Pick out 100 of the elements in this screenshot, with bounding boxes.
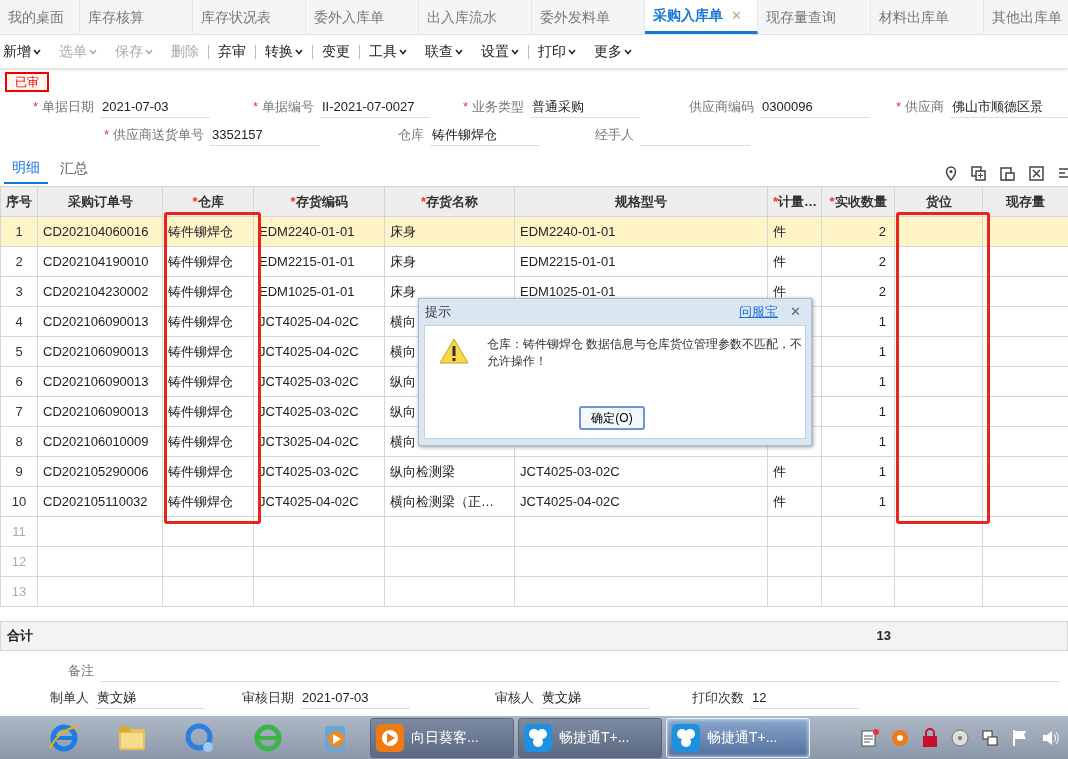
field-label: 备注 (67, 662, 95, 681)
tab[interactable]: 库存核算 (80, 0, 193, 34)
table-cell: CD202104060016 (37, 216, 163, 247)
column-header: *计量… (767, 186, 822, 217)
table-cell: JCT4025-04-02C (253, 336, 385, 367)
disc-icon[interactable] (950, 727, 970, 748)
gear-icon[interactable] (890, 727, 910, 748)
table-cell: 1 (0, 216, 38, 247)
table-cell: 铸件铆焊仓 (162, 306, 254, 337)
status-badge: 已审 (5, 72, 49, 92)
table-cell: 5 (0, 336, 38, 367)
table-cell: EDM1025-01-01 (253, 276, 385, 307)
table-cell: 铸件铆焊仓 (162, 366, 254, 397)
lock-icon[interactable] (920, 727, 940, 748)
table-cell: 2 (0, 246, 38, 277)
table-cell: 7 (0, 396, 38, 427)
tab[interactable]: 出入库流水 (419, 0, 532, 34)
table-cell: CD202104190010 (37, 246, 163, 277)
table-cell: CD202106090013 (37, 396, 163, 427)
table-cell: 1 (821, 366, 895, 397)
table-cell: 铸件铆焊仓 (162, 276, 254, 307)
table-cell: 铸件铆焊仓 (162, 426, 254, 457)
table-cell: JCT4025-03-02C (514, 456, 768, 487)
table-cell: CD202104230002 (37, 276, 163, 307)
table-cell: CD202105110032 (37, 486, 163, 517)
column-header: 现存量 (982, 186, 1068, 217)
toolbar-button[interactable]: 打印 (529, 41, 585, 62)
table-cell: CD202106090013 (37, 336, 163, 367)
delete-row-icon (1029, 165, 1044, 181)
table-cell: 12 (0, 546, 38, 577)
table-cell: 9 (0, 456, 38, 487)
column-header: *实收数量 (821, 186, 895, 217)
network-icon[interactable] (980, 727, 1000, 748)
toolbar-button[interactable]: 弃审 (209, 41, 255, 62)
toolbar-button[interactable]: 转换 (256, 41, 312, 62)
notes-icon[interactable] (860, 727, 880, 748)
table-cell: 铸件铆焊仓 (162, 246, 254, 277)
table-cell: 床身 (384, 216, 515, 247)
paste-icon (1000, 165, 1015, 181)
tab[interactable]: 汇总 (52, 153, 96, 183)
table-cell: 1 (821, 456, 895, 487)
tab[interactable]: 库存状况表 (193, 0, 306, 34)
table-cell: 3 (0, 276, 38, 307)
field-label: 供应商编码 (688, 98, 755, 117)
toolbar-button[interactable]: 变更 (313, 41, 359, 62)
table-cell: CD202105290006 (37, 456, 163, 487)
input-field[interactable]: 普通采购 (530, 96, 640, 118)
taskbar-button[interactable]: 向日葵客... (370, 717, 514, 758)
toolbar-button[interactable]: 工具 (360, 41, 416, 62)
table-cell: 2 (821, 246, 895, 277)
tab[interactable]: 其他出库单 (984, 0, 1068, 34)
table-cell: JCT4025-04-02C (253, 486, 385, 517)
table-cell: 铸件铆焊仓 (162, 396, 254, 427)
tab[interactable]: 明细 (4, 152, 48, 184)
table-cell: 1 (821, 336, 895, 367)
table-cell: EDM2215-01-01 (514, 246, 768, 277)
tab[interactable]: 我的桌面 (0, 0, 80, 34)
table-cell: 铸件铆焊仓 (162, 456, 254, 487)
table-cell: CD202106090013 (37, 366, 163, 397)
search-icon[interactable] (184, 721, 216, 754)
tab[interactable]: 材料出库单 (871, 0, 984, 34)
table-cell: 件 (767, 486, 822, 517)
table-cell: 10 (0, 486, 38, 517)
table-cell: 件 (767, 456, 822, 487)
table-cell: 件 (767, 246, 822, 277)
column-header: 序号 (0, 186, 38, 217)
edit-icon (1058, 165, 1068, 181)
column-header: *存货编码 (253, 186, 385, 217)
clover-icon (671, 722, 701, 753)
table-cell: 1 (821, 306, 895, 337)
toolbar-button[interactable]: 更多 (585, 41, 641, 62)
field-label: * 供应商 (894, 98, 945, 117)
table-cell: 1 (821, 486, 895, 517)
taskbar-button[interactable]: 畅捷通T+... (518, 717, 662, 758)
field-label: 打印次数 (691, 689, 745, 708)
table-cell: 1 (821, 426, 895, 457)
field-label: * 单据日期 (31, 98, 95, 117)
table-cell: 8 (0, 426, 38, 457)
table-cell: 6 (0, 366, 38, 397)
table-cell: 横向检测梁（正… (384, 486, 515, 517)
table-cell: 1 (821, 396, 895, 427)
field-label: 制单人 (49, 689, 90, 708)
field-label: 仓库 (397, 126, 425, 145)
table-cell: 铸件铆焊仓 (162, 486, 254, 517)
ok-button[interactable]: 确定(O) (579, 406, 645, 430)
toolbar-button[interactable]: 新增 (0, 41, 50, 62)
copy-icon (971, 165, 986, 181)
table-cell: JCT4025-03-02C (253, 456, 385, 487)
table-cell: 4 (0, 306, 38, 337)
tab[interactable]: 现存量查询 (758, 0, 871, 34)
table-cell: JCT4025-04-02C (253, 306, 385, 337)
tab[interactable]: 委外入库单 (306, 0, 419, 34)
toolbar-button[interactable]: 设置 (472, 41, 528, 62)
table-cell: 纵向检测梁 (384, 456, 515, 487)
toolbar-button[interactable]: 联查 (416, 41, 472, 62)
table-cell: EDM2240-01-01 (253, 216, 385, 247)
table-cell: 铸件铆焊仓 (162, 336, 254, 367)
field-label: 审核日期 (241, 689, 295, 708)
table-cell: 床身 (384, 246, 515, 277)
tab[interactable]: 采购入库单 ✕ (645, 0, 758, 34)
